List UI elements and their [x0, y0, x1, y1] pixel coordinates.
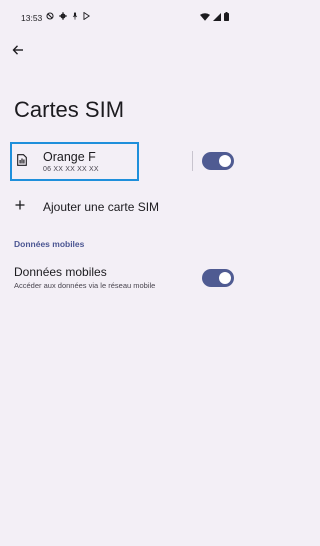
battery-icon: [224, 12, 229, 21]
status-icons-right: [200, 12, 229, 21]
mobile-data-toggle[interactable]: [202, 269, 234, 287]
sim-card-toggle[interactable]: [202, 152, 234, 170]
signal-icon: [213, 12, 221, 21]
sim-card-number: 06 XX XX XX XX: [43, 166, 99, 173]
add-sim-label: Ajouter une carte SIM: [43, 200, 160, 214]
sim-card-icon: [17, 154, 27, 166]
toggle-knob: [219, 155, 231, 167]
play-store-icon: [83, 12, 90, 20]
wifi-icon: [200, 12, 210, 21]
mobile-data-subtitle: Accéder aux données via le réseau mobile: [14, 281, 156, 290]
blocked-icon: [46, 12, 54, 20]
arrow-back-icon: [12, 45, 23, 55]
vertical-divider: [192, 151, 193, 171]
status-bar: 13:53: [0, 0, 243, 34]
add-icon: [15, 200, 25, 210]
back-button[interactable]: [8, 40, 28, 60]
status-icons-left: [46, 12, 90, 20]
section-header-mobile-data: Données mobiles: [14, 239, 85, 249]
sim-card-name: Orange F: [43, 150, 96, 164]
page-title: Cartes SIM: [14, 97, 125, 122]
gear-icon: [59, 12, 67, 20]
status-time: 13:53: [21, 13, 43, 23]
toggle-knob: [219, 272, 231, 284]
mobile-data-title: Données mobiles: [14, 265, 107, 279]
microphone-icon: [72, 12, 78, 20]
